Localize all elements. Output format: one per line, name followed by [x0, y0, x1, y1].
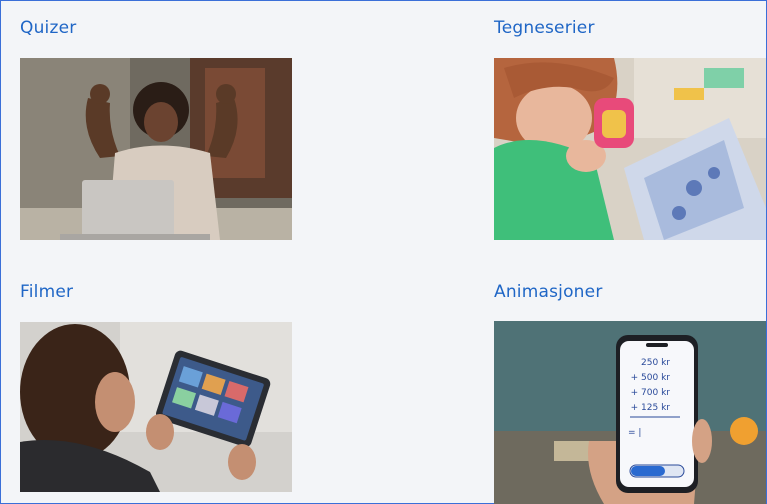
- tegneserier-image[interactable]: [494, 58, 766, 240]
- card-title-quizer[interactable]: Quizer: [20, 18, 76, 38]
- card-title-filmer[interactable]: Filmer: [20, 282, 73, 302]
- animasjoner-image[interactable]: 250 kr + 500 kr + 700 kr + 125 kr = |: [494, 321, 766, 504]
- phone-line-5: = |: [628, 428, 641, 438]
- phone-line-4: + 125 kr: [631, 403, 671, 413]
- phone-line-2: + 500 kr: [631, 373, 671, 383]
- card-title-animasjoner[interactable]: Animasjoner: [494, 282, 603, 302]
- phone-line-1: 250 kr: [641, 358, 670, 368]
- filmer-image[interactable]: [20, 322, 292, 492]
- phone-line-3: + 700 kr: [631, 388, 671, 398]
- card-title-tegneserier[interactable]: Tegneserier: [494, 18, 595, 38]
- quizer-image[interactable]: [20, 58, 292, 240]
- content-panel: Quizer Tegneserier Filmer Animasjoner 25…: [0, 0, 767, 504]
